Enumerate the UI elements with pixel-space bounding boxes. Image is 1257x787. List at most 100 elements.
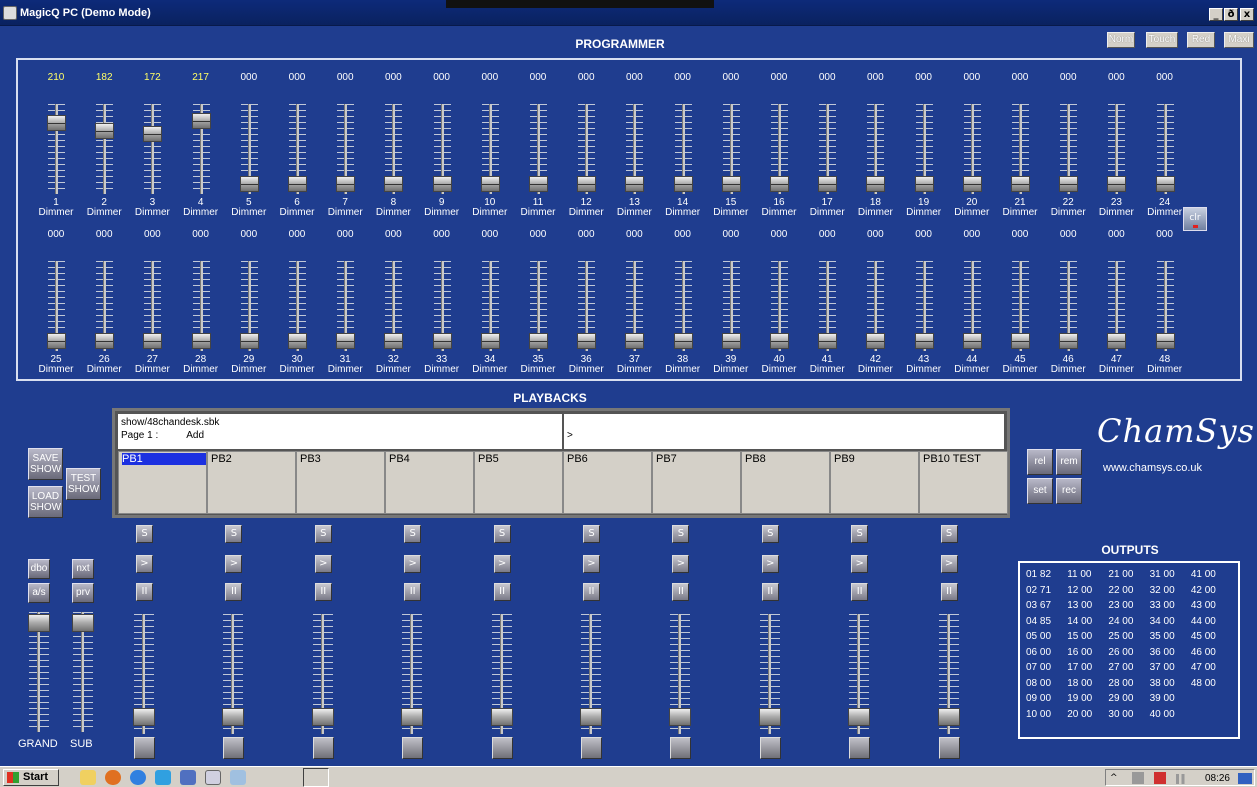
programmer-fader[interactable]: 182 2 Dimmer [78, 72, 130, 222]
fader-knob[interactable] [1155, 333, 1175, 349]
playback-pause-button[interactable]: II [314, 583, 332, 601]
playback-select-button[interactable]: S [493, 525, 511, 543]
programmer-fader[interactable]: 000 39 Dimmer [705, 229, 757, 379]
clear-button[interactable]: clr [1183, 207, 1207, 231]
playback-go-button[interactable]: > [851, 555, 869, 573]
playback-flash-button[interactable] [134, 737, 155, 759]
fader-knob[interactable] [47, 333, 66, 349]
playback-fader[interactable] [844, 614, 874, 744]
fader-knob[interactable] [1107, 333, 1127, 349]
playback-flash-button[interactable] [402, 737, 424, 759]
fader-knob[interactable] [432, 176, 452, 192]
fader-knob[interactable] [288, 333, 307, 349]
programmer-fader[interactable]: 000 18 Dimmer [849, 72, 901, 222]
fader-knob[interactable] [625, 333, 645, 349]
fader-knob[interactable] [133, 708, 155, 726]
fader-knob[interactable] [1011, 333, 1030, 349]
fader-knob[interactable] [721, 176, 741, 192]
fader-knob[interactable] [480, 176, 500, 192]
playback-cell[interactable]: PB9 [830, 451, 919, 514]
fader-knob[interactable] [1155, 176, 1175, 192]
playback-flash-button[interactable] [223, 737, 245, 759]
playback-go-button[interactable]: > [761, 555, 779, 573]
playback-fader[interactable] [397, 614, 427, 744]
fader-knob[interactable] [1011, 176, 1030, 192]
minimize-button[interactable]: _ [1209, 8, 1223, 21]
playback-flash-button[interactable] [491, 737, 513, 759]
playback-cell[interactable]: PB4 [385, 451, 474, 514]
fader-knob[interactable] [529, 333, 548, 349]
fader-knob[interactable] [866, 333, 886, 349]
programmer-fader[interactable]: 000 10 Dimmer [464, 72, 516, 222]
programmer-fader[interactable]: 217 4 Dimmer [175, 72, 227, 222]
playback-flash-button[interactable] [849, 737, 871, 759]
playback-select-button[interactable]: S [136, 525, 153, 543]
fader-knob[interactable] [143, 126, 163, 143]
fader-knob[interactable] [669, 708, 692, 726]
programmer-fader[interactable]: 000 43 Dimmer [898, 229, 950, 379]
programmer-fader[interactable]: 000 36 Dimmer [560, 229, 612, 379]
playback-fader[interactable] [487, 614, 517, 744]
programmer-fader[interactable]: 000 48 Dimmer [1139, 229, 1191, 379]
fader-knob[interactable] [288, 176, 307, 192]
fader-knob[interactable] [577, 333, 597, 349]
programmer-fader[interactable]: 000 33 Dimmer [416, 229, 468, 379]
programmer-fader[interactable]: 000 25 Dimmer [30, 229, 82, 379]
playback-go-button[interactable]: > [493, 555, 511, 573]
fader-knob[interactable] [577, 176, 597, 192]
playback-fader[interactable] [665, 614, 695, 744]
playback-fader[interactable] [218, 614, 248, 744]
programmer-fader[interactable]: 000 28 Dimmer [175, 229, 227, 379]
playback-pause-button[interactable]: II [851, 583, 869, 601]
programmer-fader[interactable]: 000 32 Dimmer [367, 229, 419, 379]
programmer-fader[interactable]: 000 38 Dimmer [657, 229, 709, 379]
fader-knob[interactable] [401, 708, 424, 726]
programmer-fader[interactable]: 000 7 Dimmer [319, 72, 371, 222]
fader-knob[interactable] [1059, 333, 1079, 349]
playback-fader[interactable] [129, 614, 159, 744]
folder-icon[interactable] [80, 770, 96, 785]
playback-go-button[interactable]: > [404, 555, 422, 573]
test-show-button[interactable]: TEST SHOW [66, 468, 101, 500]
playback-fader[interactable] [576, 614, 606, 744]
playback-cell[interactable]: PB1 [118, 451, 207, 514]
playback-cell[interactable]: PB2 [207, 451, 296, 514]
programmer-fader[interactable]: 000 42 Dimmer [849, 229, 901, 379]
media-icon[interactable] [230, 770, 246, 785]
firefox-icon[interactable] [105, 770, 121, 785]
as-button[interactable]: a/s [28, 583, 50, 603]
fader-knob[interactable] [673, 176, 693, 192]
fader-knob[interactable] [721, 333, 741, 349]
fader-knob[interactable] [914, 333, 934, 349]
playback-fader[interactable] [308, 614, 338, 744]
fader-knob[interactable] [47, 115, 66, 132]
network-icon[interactable] [1132, 772, 1144, 784]
programmer-fader[interactable]: 172 3 Dimmer [126, 72, 178, 222]
fader-knob[interactable] [818, 333, 838, 349]
skype-icon[interactable] [155, 770, 171, 785]
playback-pause-button[interactable]: II [761, 583, 779, 601]
grand-master-fader[interactable] [24, 612, 54, 742]
fader-knob[interactable] [239, 176, 259, 192]
expand-tray-icon[interactable]: ^ [1110, 773, 1120, 783]
app-icon-1[interactable] [180, 770, 196, 785]
playback-cell[interactable]: PB8 [741, 451, 830, 514]
playback-select-button[interactable]: S [404, 525, 422, 543]
fader-knob[interactable] [336, 176, 356, 192]
mode-red-button[interactable]: Red [1187, 32, 1215, 48]
fader-knob[interactable] [95, 123, 115, 140]
rem-button[interactable]: rem [1056, 449, 1082, 475]
fader-knob[interactable] [191, 113, 211, 130]
start-button[interactable]: Start [3, 769, 59, 786]
security-icon[interactable] [1154, 772, 1166, 784]
fader-knob[interactable] [191, 333, 211, 349]
playback-flash-button[interactable] [581, 737, 602, 759]
playback-cell[interactable]: PB6 [563, 451, 652, 514]
playback-cell[interactable]: PB3 [296, 451, 385, 514]
fader-knob[interactable] [311, 708, 334, 726]
programmer-fader[interactable]: 000 23 Dimmer [1090, 72, 1142, 222]
fader-knob[interactable] [962, 176, 982, 192]
maximize-button[interactable]: ð [1224, 8, 1238, 21]
dbo-button[interactable]: dbo [28, 559, 50, 579]
fader-knob[interactable] [95, 333, 115, 349]
